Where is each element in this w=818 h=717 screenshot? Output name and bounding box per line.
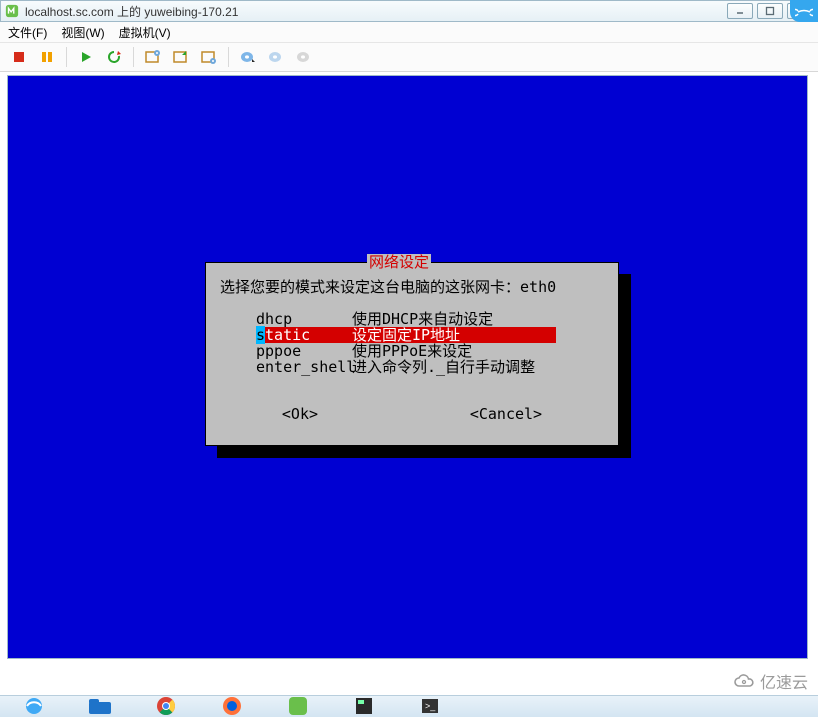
taskbar-vmware-icon[interactable] bbox=[274, 695, 322, 717]
titlebar: localhost.sc.com 上的 yuweibing-170.21 bbox=[0, 0, 818, 22]
dialog-buttons: <Ok> <Cancel> bbox=[206, 406, 618, 422]
maximize-button[interactable] bbox=[757, 3, 783, 19]
stop-icon[interactable] bbox=[8, 46, 30, 68]
taskbar-chrome-icon[interactable] bbox=[142, 695, 190, 717]
option-desc: 使用PPPoE来设定 bbox=[352, 343, 556, 359]
toolbar bbox=[0, 42, 818, 72]
taskbar-folder-icon[interactable] bbox=[76, 695, 124, 717]
option-key: pppoe bbox=[256, 343, 352, 359]
option-pppoe[interactable]: pppoe 使用PPPoE来设定 bbox=[256, 343, 556, 359]
snapshot-revert-icon[interactable] bbox=[170, 46, 192, 68]
menubar: 文件(F) 视图(W) 虚拟机(V) bbox=[0, 22, 818, 42]
taskbar-app-icon[interactable] bbox=[340, 695, 388, 717]
connect-cd-icon[interactable] bbox=[237, 46, 259, 68]
option-key: static bbox=[256, 327, 352, 343]
taskbar-terminal-icon[interactable]: >_ bbox=[406, 695, 454, 717]
cloud-icon bbox=[732, 672, 756, 690]
menu-view[interactable]: 视图(W) bbox=[61, 24, 104, 41]
minimize-button[interactable] bbox=[727, 3, 753, 19]
option-desc: 使用DHCP来自动设定 bbox=[352, 311, 556, 327]
ok-button[interactable]: <Ok> bbox=[282, 406, 318, 422]
snapshot-take-icon[interactable] bbox=[142, 46, 164, 68]
option-desc: 设定固定IP地址 bbox=[352, 327, 556, 343]
snapshot-manager-icon[interactable] bbox=[198, 46, 220, 68]
vm-console[interactable]: 网络设定 选择您要的模式来设定这台电脑的这张网卡：eth0 dhcp 使用DHC… bbox=[7, 75, 808, 659]
dialog-prompt: 选择您要的模式来设定这台电脑的这张网卡：eth0 bbox=[220, 279, 556, 295]
menu-vm[interactable]: 虚拟机(V) bbox=[119, 24, 171, 41]
refresh-icon[interactable] bbox=[103, 46, 125, 68]
option-static[interactable]: static 设定固定IP地址 bbox=[256, 327, 556, 343]
network-config-dialog: 网络设定 选择您要的模式来设定这台电脑的这张网卡：eth0 dhcp 使用DHC… bbox=[205, 262, 619, 446]
option-enter-shell[interactable]: enter_shell 进入命令列._自行手动调整 bbox=[256, 359, 556, 375]
menu-file[interactable]: 文件(F) bbox=[8, 24, 47, 41]
dialog-option-list: dhcp 使用DHCP来自动设定 static 设定固定IP地址 pppoe 使… bbox=[256, 311, 556, 375]
play-icon[interactable] bbox=[75, 46, 97, 68]
toolbar-separator bbox=[133, 47, 134, 67]
svg-text:>_: >_ bbox=[425, 701, 436, 711]
option-dhcp[interactable]: dhcp 使用DHCP来自动设定 bbox=[256, 311, 556, 327]
watermark: 亿速云 bbox=[732, 669, 808, 693]
dialog-title: 网络设定 bbox=[367, 254, 431, 270]
toolbar-separator bbox=[66, 47, 67, 67]
pause-icon[interactable] bbox=[36, 46, 58, 68]
option-key: enter_shell bbox=[256, 359, 352, 375]
taskbar-ie-icon[interactable] bbox=[10, 695, 58, 717]
taskbar-firefox-icon[interactable] bbox=[208, 695, 256, 717]
watermark-text: 亿速云 bbox=[760, 669, 808, 693]
window-title: localhost.sc.com 上的 yuweibing-170.21 bbox=[25, 3, 238, 20]
corner-badge-icon[interactable] bbox=[790, 0, 818, 22]
toolbar-separator bbox=[228, 47, 229, 67]
cancel-button[interactable]: <Cancel> bbox=[470, 406, 542, 422]
option-key: dhcp bbox=[256, 311, 352, 327]
vmware-icon bbox=[5, 4, 19, 18]
console-area: 网络设定 选择您要的模式来设定这台电脑的这张网卡：eth0 dhcp 使用DHC… bbox=[4, 72, 812, 663]
connect-floppy-icon[interactable] bbox=[265, 46, 287, 68]
option-desc: 进入命令列._自行手动调整 bbox=[352, 359, 556, 375]
connect-device-icon[interactable] bbox=[293, 46, 315, 68]
taskbar: >_ bbox=[0, 695, 818, 717]
